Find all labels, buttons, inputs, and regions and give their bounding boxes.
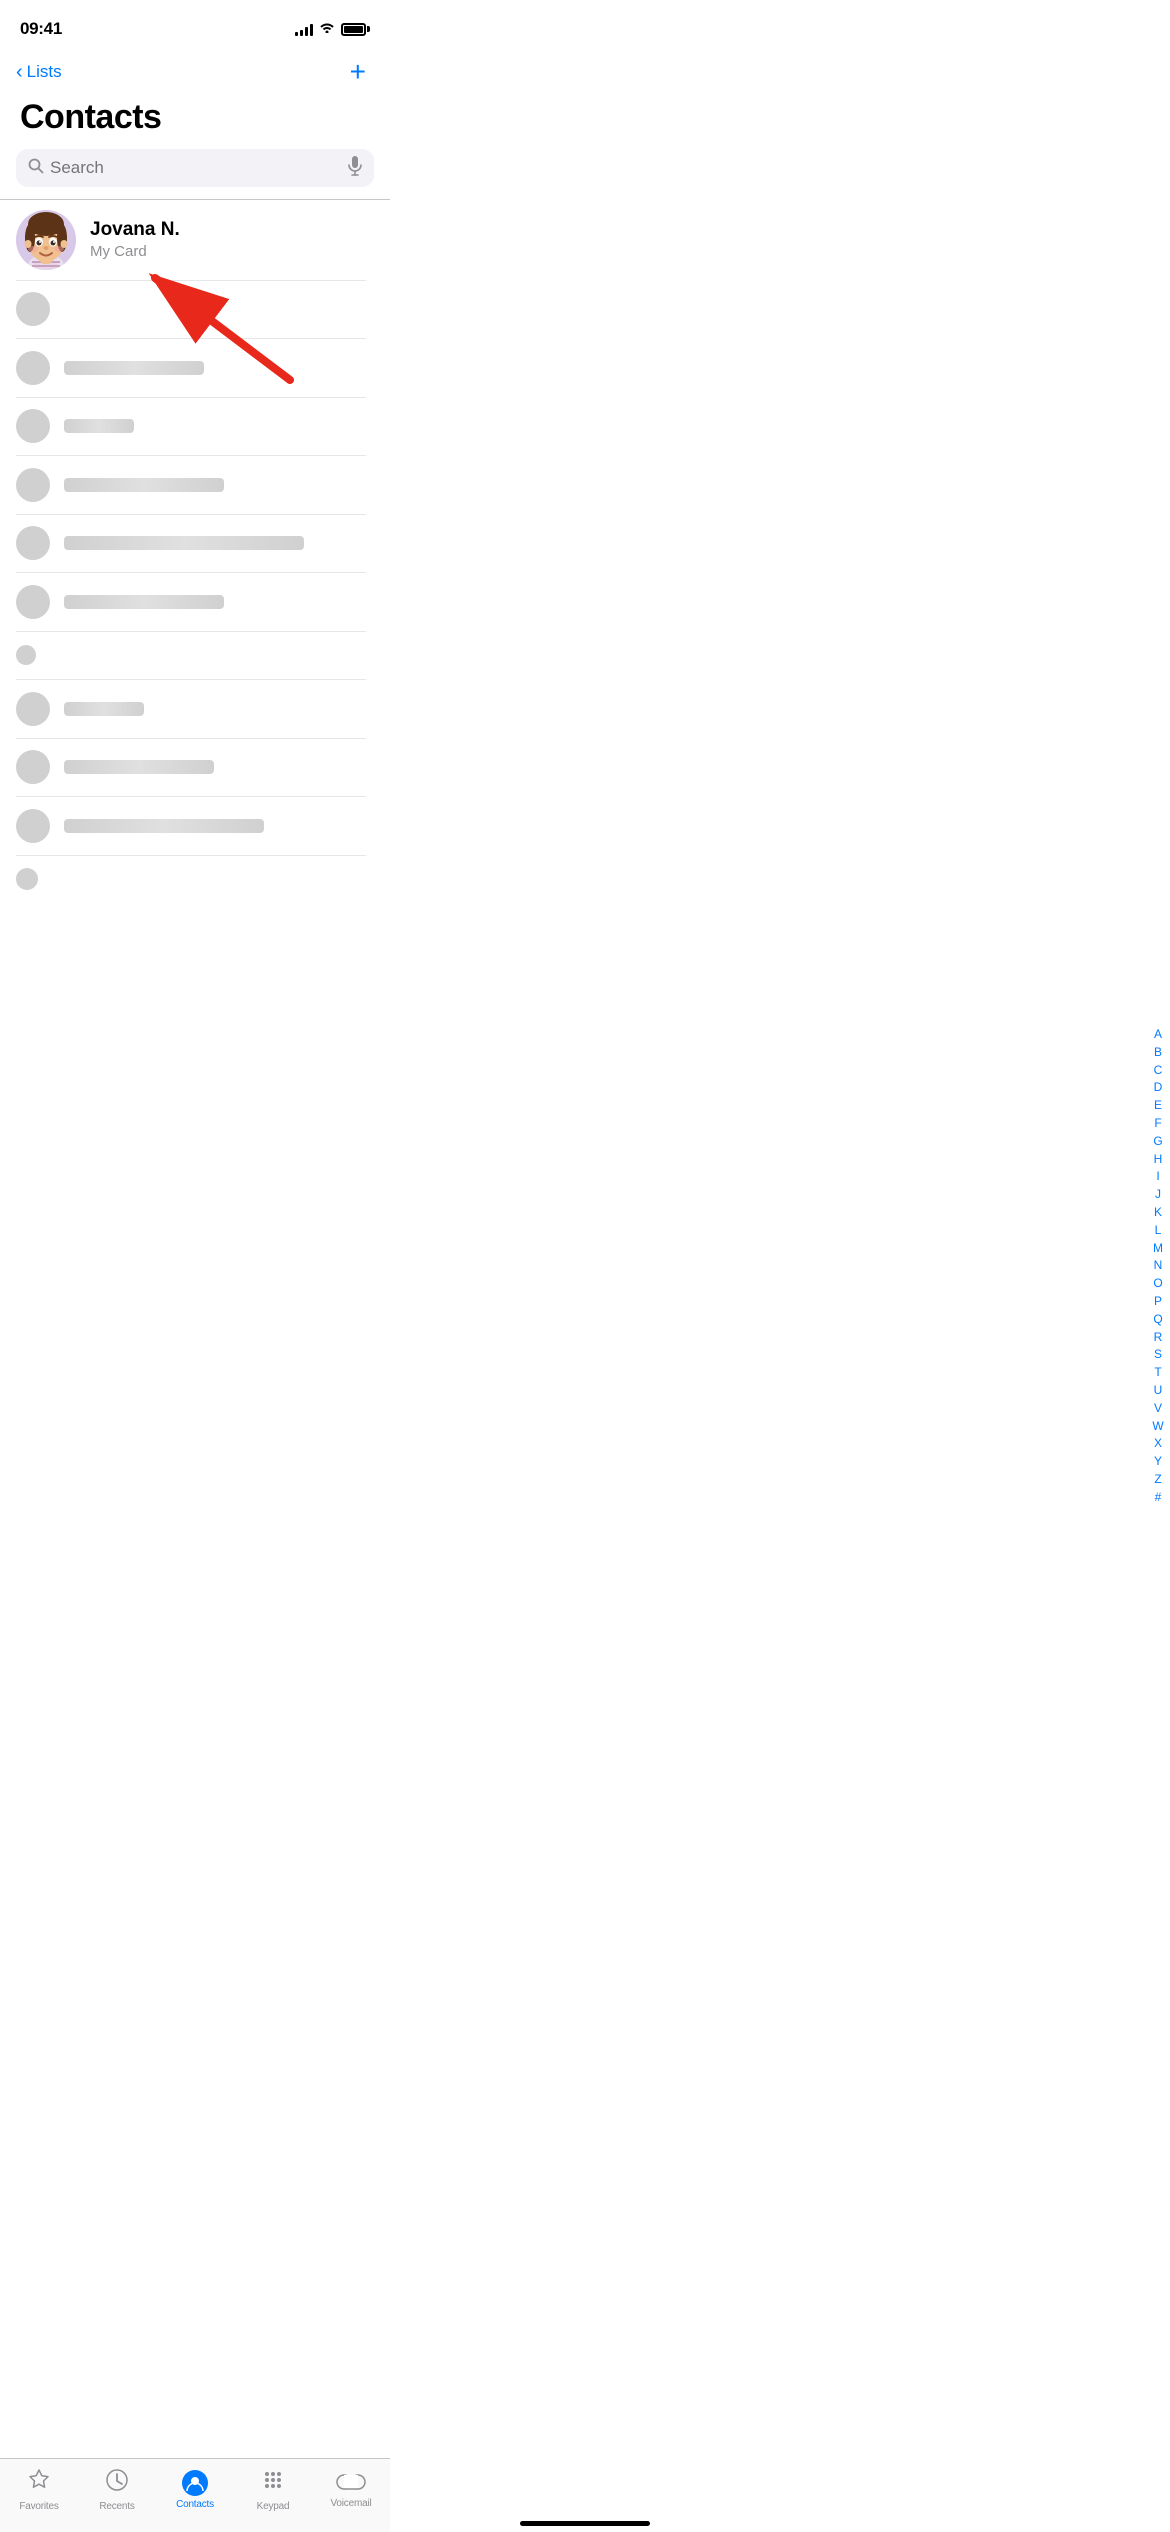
contact-name-blur	[64, 478, 224, 492]
avatar	[16, 210, 76, 270]
star-icon	[26, 2468, 52, 2498]
my-card-item[interactable]: Jovana N. My Card	[0, 200, 390, 280]
keypad-icon	[260, 2467, 286, 2498]
contact-name-blur	[64, 361, 204, 375]
contact-avatar	[16, 526, 50, 560]
alpha-letter-r[interactable]: R	[1150, 1329, 1166, 1346]
contact-avatar	[16, 351, 50, 385]
contact-avatar	[16, 585, 50, 619]
alpha-letter-k[interactable]: K	[1150, 1204, 1166, 1221]
list-item[interactable]	[0, 397, 366, 455]
tab-keypad-label: Keypad	[257, 2501, 290, 2512]
back-label: Lists	[27, 62, 62, 82]
list-item[interactable]	[0, 573, 366, 631]
alphabet-index[interactable]: ABCDEFGHIJKLMNOPQRSTUVWXYZ#	[1150, 1026, 1166, 1506]
contact-name-blur	[64, 536, 304, 550]
home-indicator	[520, 2521, 650, 2526]
add-contact-button[interactable]: +	[346, 58, 370, 86]
alpha-letter-s[interactable]: S	[1150, 1347, 1166, 1364]
alpha-letter-j[interactable]: J	[1150, 1186, 1166, 1203]
tab-voicemail[interactable]: Voicemail	[321, 2471, 381, 2509]
contact-name-blur	[64, 760, 214, 774]
list-item[interactable]	[0, 631, 366, 679]
alpha-letter-q[interactable]: Q	[1150, 1311, 1166, 1328]
tab-recents-label: Recents	[99, 2501, 134, 2512]
tab-favorites[interactable]: Favorites	[9, 2468, 69, 2512]
contact-avatar	[16, 809, 50, 843]
mic-icon[interactable]	[348, 156, 362, 181]
list-item[interactable]	[0, 339, 366, 397]
contact-name-blur	[64, 419, 134, 433]
alpha-letter-l[interactable]: L	[1150, 1222, 1166, 1239]
contact-avatar	[16, 750, 50, 784]
alpha-letter-d[interactable]: D	[1150, 1080, 1166, 1097]
alpha-letter-x[interactable]: X	[1150, 1436, 1166, 1453]
contact-name-blur	[64, 702, 144, 716]
contact-avatar	[16, 468, 50, 502]
alpha-letter-o[interactable]: O	[1150, 1275, 1166, 1292]
alpha-letter-c[interactable]: C	[1150, 1062, 1166, 1079]
search-container	[0, 149, 390, 199]
back-button[interactable]: ‹ Lists	[16, 62, 62, 82]
alpha-letter-f[interactable]: F	[1150, 1115, 1166, 1132]
alpha-letter-w[interactable]: W	[1150, 1418, 1166, 1435]
alpha-letter-b[interactable]: B	[1150, 1044, 1166, 1061]
tab-bar: Favorites Recents Contacts	[0, 2458, 390, 2532]
contact-avatar	[16, 409, 50, 443]
nav-header: ‹ Lists +	[0, 50, 390, 94]
alpha-letter-m[interactable]: M	[1150, 1240, 1166, 1257]
alpha-letter-a[interactable]: A	[1150, 1026, 1166, 1043]
alpha-letter-h[interactable]: H	[1150, 1151, 1166, 1168]
list-item[interactable]	[0, 738, 366, 796]
tab-recents[interactable]: Recents	[87, 2467, 147, 2512]
my-card-name: Jovana N.	[90, 219, 180, 241]
alpha-letter-i[interactable]: I	[1150, 1169, 1166, 1186]
search-icon	[28, 158, 44, 179]
status-time: 09:41	[20, 19, 62, 39]
battery-icon	[341, 23, 370, 36]
list-item[interactable]	[0, 280, 366, 338]
search-input[interactable]	[50, 158, 342, 178]
list-item[interactable]	[0, 514, 366, 572]
voicemail-icon	[336, 2471, 366, 2495]
my-card-label: My Card	[90, 243, 180, 260]
alpha-letter-#[interactable]: #	[1150, 1489, 1166, 1506]
alpha-letter-y[interactable]: Y	[1150, 1453, 1166, 1470]
signal-icon	[295, 23, 313, 36]
contact-avatar	[16, 292, 50, 326]
page-title: Contacts	[0, 94, 390, 149]
tab-voicemail-label: Voicemail	[331, 2498, 372, 2509]
tab-keypad[interactable]: Keypad	[243, 2467, 303, 2512]
alpha-letter-t[interactable]: T	[1150, 1364, 1166, 1381]
contact-name-blur	[64, 819, 264, 833]
alpha-letter-v[interactable]: V	[1150, 1400, 1166, 1417]
wifi-icon	[319, 20, 335, 38]
tab-favorites-label: Favorites	[19, 2501, 58, 2512]
list-item[interactable]	[0, 680, 366, 738]
alpha-letter-e[interactable]: E	[1150, 1097, 1166, 1114]
clock-icon	[104, 2467, 130, 2498]
alpha-letter-p[interactable]: P	[1150, 1293, 1166, 1310]
contacts-list	[0, 280, 390, 904]
alpha-letter-u[interactable]: U	[1150, 1382, 1166, 1399]
status-icons	[295, 20, 370, 38]
contact-name-blur	[64, 595, 224, 609]
person-circle-icon	[182, 2470, 208, 2496]
tab-contacts[interactable]: Contacts	[165, 2470, 225, 2510]
contact-avatar	[16, 868, 38, 890]
status-bar: 09:41	[0, 0, 390, 50]
alpha-letter-g[interactable]: G	[1150, 1133, 1166, 1150]
alpha-letter-n[interactable]: N	[1150, 1258, 1166, 1275]
alpha-letter-z[interactable]: Z	[1150, 1471, 1166, 1488]
my-card-info: Jovana N. My Card	[90, 219, 180, 260]
contact-avatar	[16, 692, 50, 726]
list-item[interactable]	[0, 797, 366, 855]
search-bar[interactable]	[16, 149, 374, 187]
list-item[interactable]	[0, 456, 366, 514]
contact-avatar	[16, 645, 36, 665]
chevron-left-icon: ‹	[16, 62, 23, 82]
list-item[interactable]	[0, 855, 366, 903]
tab-contacts-label: Contacts	[176, 2499, 214, 2510]
